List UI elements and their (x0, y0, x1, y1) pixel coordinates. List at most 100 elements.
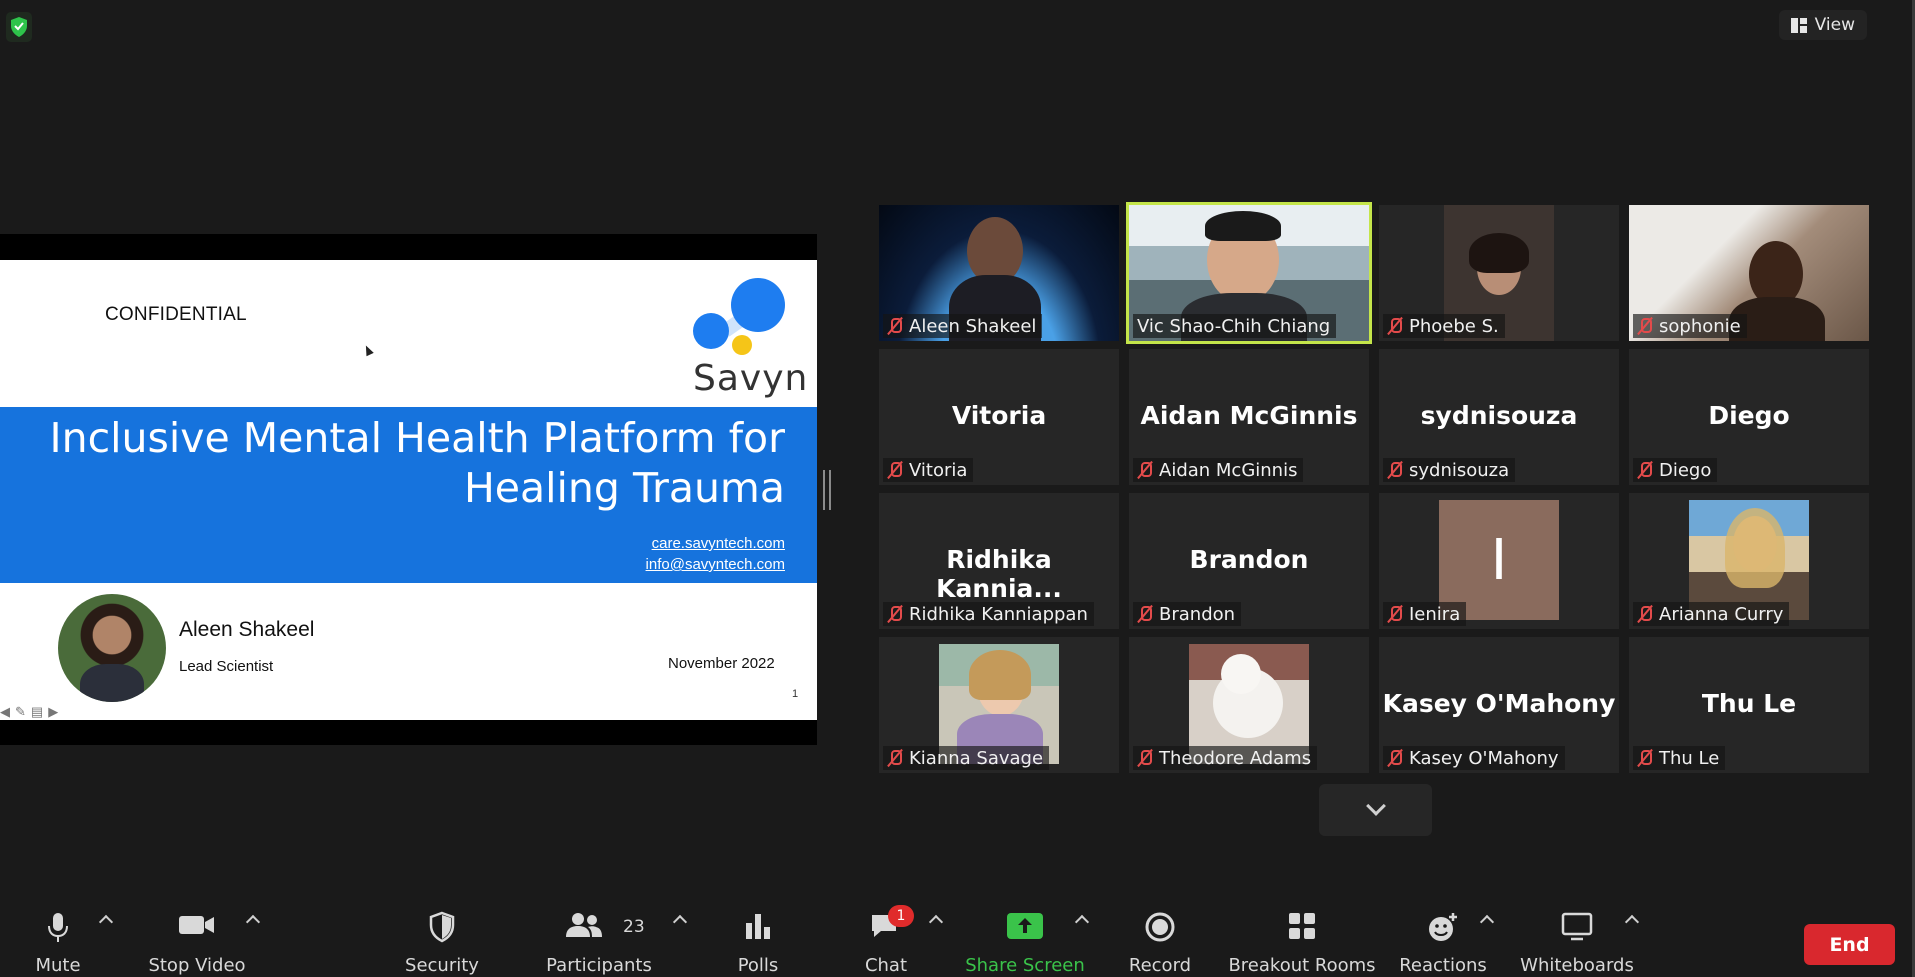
stop-video-button[interactable]: Stop Video (122, 897, 272, 977)
muted-mic-icon (887, 749, 903, 767)
participants-button[interactable]: 23 Participants (524, 897, 674, 977)
split-view-handle[interactable] (823, 470, 831, 510)
participant-tile[interactable]: Diego Diego (1629, 349, 1869, 485)
breakout-rooms-button[interactable]: Breakout Rooms (1227, 897, 1377, 977)
prev-slide-icon[interactable]: ◀ (0, 704, 10, 720)
participants-label: Participants (546, 955, 652, 976)
polls-icon (746, 914, 770, 939)
participant-name: Diego (1659, 459, 1712, 481)
participant-tile[interactable]: I Ienira (1379, 493, 1619, 629)
participant-tile[interactable]: Kianna Savage (879, 637, 1119, 773)
slide-date: November 2022 (668, 655, 775, 672)
participant-gallery: Aleen Shakeel Vic Shao-Chih Chiang Phoeb… (879, 202, 1869, 773)
view-button[interactable]: View (1778, 10, 1867, 40)
participant-name-label: Aleen Shakeel (883, 314, 1043, 338)
mouse-pointer-icon (362, 343, 374, 357)
participant-name: Kasey O'Mahony (1409, 747, 1559, 769)
participant-name-label: Diego (1633, 458, 1718, 482)
record-icon (1145, 912, 1175, 942)
mute-button[interactable]: Mute (0, 897, 133, 977)
participant-name: Phoebe S. (1409, 315, 1499, 337)
participant-display-name: Kasey O'Mahony (1382, 689, 1616, 718)
muted-mic-icon (1637, 605, 1653, 623)
participant-name-label: Vitoria (883, 458, 974, 482)
participant-tile[interactable]: Aidan McGinnis Aidan McGinnis (1129, 349, 1369, 485)
participant-tile-active-speaker[interactable]: Vic Shao-Chih Chiang (1126, 202, 1372, 344)
muted-mic-icon (1387, 461, 1403, 479)
participant-tile[interactable]: Arianna Curry (1629, 493, 1869, 629)
participant-tile[interactable]: Aleen Shakeel (879, 205, 1119, 341)
participant-tile[interactable]: Brandon Brandon (1129, 493, 1369, 629)
next-slide-icon[interactable]: ▶ (48, 704, 58, 720)
stop-video-label: Stop Video (148, 955, 246, 976)
record-button[interactable]: Record (1085, 897, 1235, 977)
slide-menu-icon[interactable]: ▤ (31, 704, 43, 720)
participant-tile[interactable]: Thu Le Thu Le (1629, 637, 1869, 773)
presentation-slide: CONFIDENTIAL Savyn Inclusive Mental Heal… (0, 260, 817, 720)
slide-links: care.savyntech.com info@savyntech.com (646, 533, 785, 575)
slide-title: Inclusive Mental Health Platform for Hea… (50, 413, 785, 513)
participant-display-name: Diego (1708, 401, 1790, 430)
whiteboard-icon (1561, 912, 1593, 941)
participant-name-label: Kianna Savage (883, 746, 1050, 770)
participant-display-name: sydnisouza (1420, 401, 1578, 430)
pen-icon[interactable]: ✎ (15, 704, 26, 720)
participant-display-name: Thu Le (1701, 689, 1797, 718)
participant-name-label: Brandon (1133, 602, 1242, 626)
participants-count: 23 (623, 917, 645, 937)
shared-screen[interactable]: CONFIDENTIAL Savyn Inclusive Mental Heal… (0, 234, 817, 745)
participant-name: Theodore Adams (1159, 747, 1312, 769)
muted-mic-icon (1637, 317, 1653, 335)
slide-navigation: ◀ ✎ ▤ ▶ (0, 704, 58, 720)
share-screen-icon (1007, 913, 1043, 939)
microphone-icon (48, 913, 68, 942)
view-layout-icon (1790, 17, 1807, 33)
end-meeting-button[interactable]: End (1804, 924, 1895, 965)
security-button[interactable]: Security (367, 897, 517, 977)
participant-name: Brandon (1159, 603, 1236, 625)
participant-name: sydnisouza (1409, 459, 1510, 481)
next-page-button[interactable] (1319, 784, 1432, 836)
participant-name-label: Ienira (1383, 602, 1467, 626)
participant-display-name: Aidan McGinnis (1140, 401, 1358, 430)
participant-tile[interactable]: Phoebe S. (1379, 205, 1619, 341)
chat-unread-badge: 1 (888, 905, 914, 927)
record-label: Record (1128, 955, 1192, 976)
participant-tile[interactable]: Kasey O'Mahony Kasey O'Mahony (1379, 637, 1619, 773)
security-shield-icon[interactable] (6, 12, 32, 42)
participant-name: Vic Shao-Chih Chiang (1137, 315, 1331, 337)
video-camera-icon (179, 916, 214, 934)
breakout-rooms-label: Breakout Rooms (1228, 955, 1376, 976)
participant-tile[interactable]: Vitoria Vitoria (879, 349, 1119, 485)
muted-mic-icon (1137, 605, 1153, 623)
slide-page-number: 1 (792, 688, 799, 700)
participant-tile[interactable]: sydnisouza sydnisouza (1379, 349, 1619, 485)
whiteboards-label: Whiteboards (1520, 955, 1634, 976)
chat-label: Chat (864, 955, 908, 976)
presenter-role: Lead Scientist (179, 658, 274, 675)
participant-name-label: Theodore Adams (1133, 746, 1318, 770)
participant-name: Aleen Shakeel (909, 315, 1037, 337)
view-label: View (1814, 15, 1855, 35)
participant-name: Ienira (1409, 603, 1461, 625)
slide-link-info: info@savyntech.com (645, 556, 785, 573)
participant-name-label: Vic Shao-Chih Chiang (1133, 314, 1337, 338)
participant-name-label: Ridhika Kanniappan (883, 602, 1094, 626)
participant-name: Ridhika Kanniappan (909, 603, 1088, 625)
muted-mic-icon (887, 317, 903, 335)
presenter-name: Aleen Shakeel (179, 618, 315, 641)
chevron-down-icon (1365, 796, 1386, 816)
participant-tile[interactable]: Theodore Adams (1129, 637, 1369, 773)
whiteboards-button[interactable]: Whiteboards (1502, 897, 1652, 977)
share-screen-button[interactable]: Share Screen (950, 897, 1100, 977)
participant-name-label: Arianna Curry (1633, 602, 1790, 626)
reactions-label: Reactions (1399, 955, 1487, 976)
reactions-button[interactable]: Reactions (1368, 897, 1518, 977)
muted-mic-icon (1387, 749, 1403, 767)
meeting-toolbar: Mute Stop Video Security 23 Participants (0, 897, 1915, 977)
chat-button[interactable]: 1 Chat (811, 897, 961, 977)
participant-tile[interactable]: sophonie (1629, 205, 1869, 341)
muted-mic-icon (1637, 461, 1653, 479)
participant-tile[interactable]: Ridhika Kannia... Ridhika Kanniappan (879, 493, 1119, 629)
slide-link-care: care.savyntech.com (651, 535, 785, 552)
